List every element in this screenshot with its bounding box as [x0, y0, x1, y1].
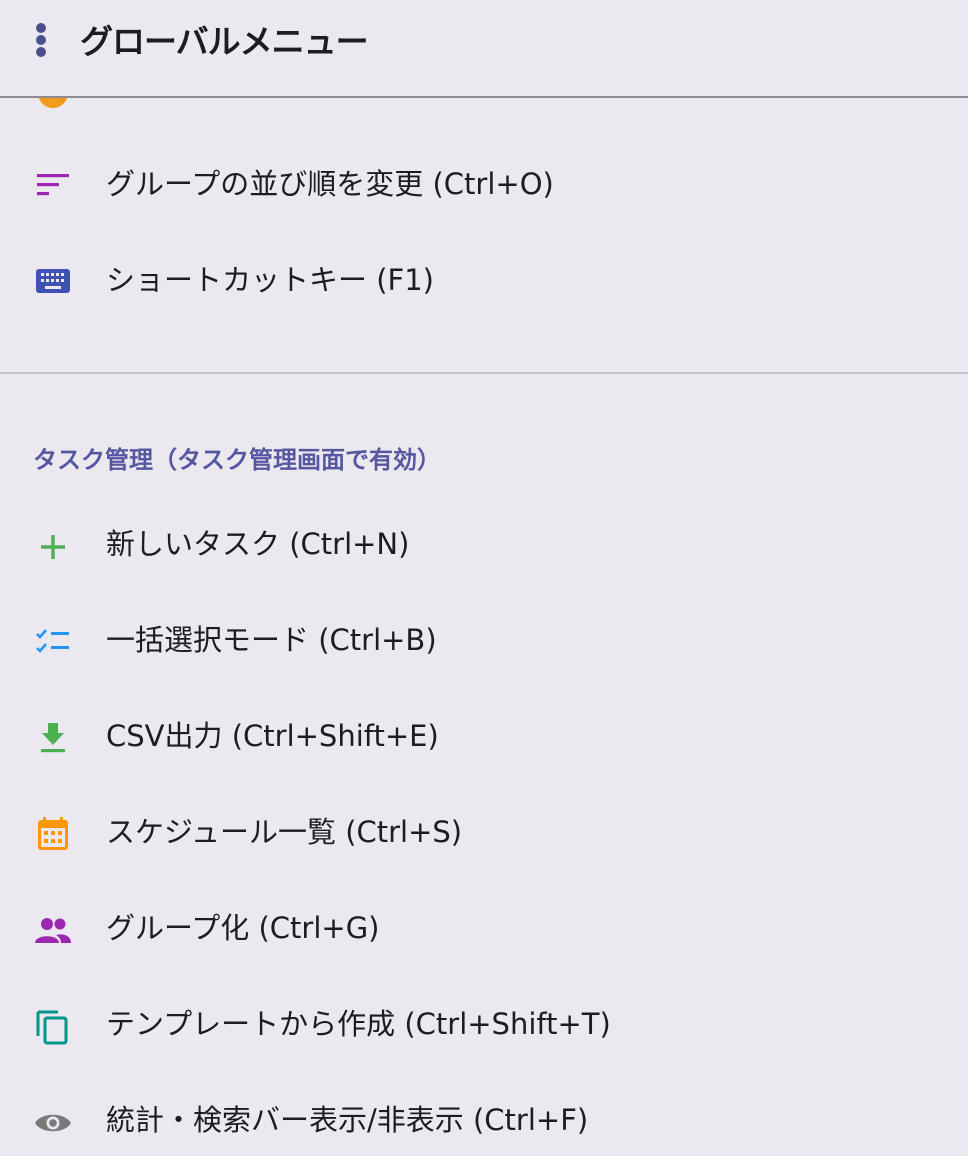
menu-item-csv-export[interactable]: CSV出力 (Ctrl+Shift+E): [0, 701, 968, 771]
keyboard-icon: [34, 264, 72, 302]
menu-item-create-from-template[interactable]: テンプレートから作成 (Ctrl+Shift+T): [0, 989, 968, 1059]
menu-item-bulk-select[interactable]: 一括選択モード (Ctrl+B): [0, 605, 968, 675]
menu-item-toggle-stats-search[interactable]: 統計・検索バー表示/非表示 (Ctrl+F): [0, 1085, 968, 1155]
menu-item-label: テンプレートから作成 (Ctrl+Shift+T): [106, 1007, 611, 1041]
checklist-icon: [34, 624, 72, 662]
group-icon: [34, 912, 72, 950]
menu-item-shortcut-keys[interactable]: ショートカットキー (F1): [0, 245, 968, 315]
menu-item-label: 一括選択モード (Ctrl+B): [106, 623, 437, 657]
more-vert-icon[interactable]: [28, 20, 54, 60]
calendar-icon: [34, 816, 72, 854]
menu-item-label: ショートカットキー (F1): [106, 263, 434, 297]
sort-icon: [34, 168, 72, 206]
menu-item-schedule-list[interactable]: スケジュール一覧 (Ctrl+S): [0, 797, 968, 867]
eye-icon: [34, 1104, 72, 1142]
page-title: グローバルメニュー: [80, 22, 369, 61]
menu-item-label: 新しいタスク (Ctrl+N): [106, 527, 410, 561]
menu-item-label: グループの並び順を変更 (Ctrl+O): [106, 167, 554, 201]
add-icon: [34, 528, 72, 566]
section-divider: [0, 372, 968, 374]
app-header: グローバルメニュー: [0, 0, 968, 98]
menu-item-label: スケジュール一覧 (Ctrl+S): [106, 815, 463, 849]
menu-item-label: CSV出力 (Ctrl+Shift+E): [106, 719, 439, 753]
menu-item-label: 統計・検索バー表示/非表示 (Ctrl+F): [106, 1103, 589, 1137]
copy-icon: [34, 1008, 72, 1046]
section-header-task-management: タスク管理（タスク管理画面で有効）: [33, 446, 441, 474]
menu-item-grouping[interactable]: グループ化 (Ctrl+G): [0, 893, 968, 963]
menu-item-new-task[interactable]: 新しいタスク (Ctrl+N): [0, 509, 968, 579]
menu-item-reorder-groups[interactable]: グループの並び順を変更 (Ctrl+O): [0, 149, 968, 219]
menu-item-label: グループ化 (Ctrl+G): [106, 911, 380, 945]
menu-scroll-area[interactable]: グループの並び順を変更 (Ctrl+O) ショートカットキー (F1) タスク管…: [0, 0, 968, 1156]
download-icon: [34, 720, 72, 758]
